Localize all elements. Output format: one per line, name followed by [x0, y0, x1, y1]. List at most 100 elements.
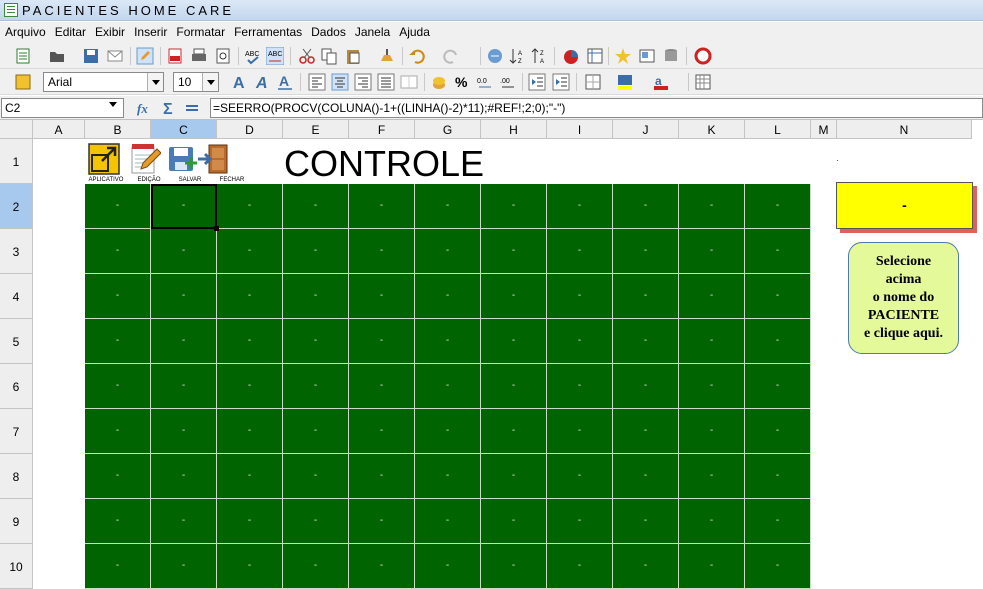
grid-cell-c6[interactable]: -	[151, 364, 217, 409]
grid-cell-g5[interactable]: -	[415, 319, 481, 364]
save-disk-icon[interactable]	[167, 143, 199, 175]
number-format-icon[interactable]: 0.0	[476, 73, 494, 91]
grid-cell-i2[interactable]: -	[547, 184, 613, 229]
column-header-h[interactable]: H	[481, 120, 547, 139]
justify-icon[interactable]	[377, 73, 395, 91]
column-header-l[interactable]: L	[745, 120, 811, 139]
sort-ascending-icon[interactable]: AZ	[508, 47, 526, 65]
grid-cell-e9[interactable]: -	[283, 499, 349, 544]
grid-cell-b2[interactable]: -	[85, 184, 151, 229]
grid-cell-g9[interactable]: -	[415, 499, 481, 544]
grid-cell-c2[interactable]: -	[151, 184, 219, 231]
grid-cell-i5[interactable]: -	[547, 319, 613, 364]
row-header-8[interactable]: 8	[0, 454, 33, 499]
font-size-combo[interactable]: 10	[173, 72, 219, 92]
grid-cell-g4[interactable]: -	[415, 274, 481, 319]
grid-cell-h2[interactable]: -	[481, 184, 547, 229]
redo-icon[interactable]	[442, 47, 460, 65]
grid-cell-d6[interactable]: -	[217, 364, 283, 409]
grid-cell-e6[interactable]: -	[283, 364, 349, 409]
grid-cell-g3[interactable]: -	[415, 229, 481, 274]
grid-cell-k3[interactable]: -	[679, 229, 745, 274]
decrease-indent-icon[interactable]	[528, 73, 546, 91]
grid-cell-b5[interactable]: -	[85, 319, 151, 364]
merge-cells-icon[interactable]	[400, 73, 418, 91]
grid-cell-k6[interactable]: -	[679, 364, 745, 409]
name-box[interactable]: C2	[1, 98, 124, 118]
grid-cell-d9[interactable]: -	[217, 499, 283, 544]
menu-janela[interactable]: Janela	[350, 22, 394, 39]
select-patient-button[interactable]: Selecione acima o nome do PACIENTE e cli…	[848, 242, 959, 354]
copy-icon[interactable]	[320, 47, 338, 65]
formula-input[interactable]: =SEERRO(PROCV(COLUNA()-1+((LINHA()-2)*11…	[210, 98, 983, 118]
grid-cell-c7[interactable]: -	[151, 409, 217, 454]
export-pdf-icon[interactable]	[166, 47, 184, 65]
grid-cell-d8[interactable]: -	[217, 454, 283, 499]
menu-arquivo[interactable]: Arquivo	[0, 22, 50, 39]
chevron-down-icon[interactable]	[202, 73, 218, 91]
patient-selector-box[interactable]: -	[836, 182, 973, 229]
navigator-icon[interactable]	[614, 47, 632, 65]
percent-icon[interactable]: %	[453, 73, 471, 91]
grid-cell-e8[interactable]: -	[283, 454, 349, 499]
column-header-g[interactable]: G	[415, 120, 481, 139]
align-left-icon[interactable]	[308, 73, 326, 91]
chart-icon[interactable]	[562, 47, 580, 65]
data-sources-icon[interactable]	[662, 47, 680, 65]
align-right-icon[interactable]	[354, 73, 372, 91]
grid-cell-c10[interactable]: -	[151, 544, 217, 589]
pivot-table-icon[interactable]	[586, 47, 604, 65]
grid-cell-h4[interactable]: -	[481, 274, 547, 319]
menu-inserir[interactable]: Inserir	[129, 22, 171, 39]
grid-cell-l8[interactable]: -	[745, 454, 811, 499]
grid-cell-d4[interactable]: -	[217, 274, 283, 319]
column-header-d[interactable]: D	[217, 120, 283, 139]
grid-cell-i9[interactable]: -	[547, 499, 613, 544]
grid-cell-k10[interactable]: -	[679, 544, 745, 589]
toggle-grid-icon[interactable]	[694, 73, 712, 91]
autospellcheck-icon[interactable]: ABC	[266, 47, 284, 65]
open-folder-icon[interactable]	[48, 47, 66, 65]
print-icon[interactable]	[190, 47, 208, 65]
email-icon[interactable]	[106, 47, 124, 65]
grid-cell-j6[interactable]: -	[613, 364, 679, 409]
row-header-7[interactable]: 7	[0, 409, 33, 454]
column-header-b[interactable]: B	[85, 120, 151, 139]
font-color-icon[interactable]: a	[652, 73, 670, 91]
grid-cell-i7[interactable]: -	[547, 409, 613, 454]
row-header-10[interactable]: 10	[0, 544, 33, 589]
grid-cell-g10[interactable]: -	[415, 544, 481, 589]
align-center-icon[interactable]	[331, 73, 349, 91]
grid-cell-k9[interactable]: -	[679, 499, 745, 544]
fullscreen-icon[interactable]	[88, 143, 120, 175]
grid-cell-l10[interactable]: -	[745, 544, 811, 589]
grid-cell-j8[interactable]: -	[613, 454, 679, 499]
function-wizard-icon[interactable]: fx	[136, 99, 154, 117]
save-icon[interactable]	[82, 47, 100, 65]
row-header-1[interactable]: 1	[0, 139, 33, 184]
grid-cell-e2[interactable]: -	[283, 184, 349, 229]
grid-cell-d2[interactable]: -	[217, 184, 283, 229]
grid-cell-d7[interactable]: -	[217, 409, 283, 454]
row-header-6[interactable]: 6	[0, 364, 33, 409]
sort-descending-icon[interactable]: ZA	[530, 47, 548, 65]
undo-icon[interactable]	[408, 47, 426, 65]
bold-icon[interactable]: A	[230, 73, 248, 91]
edit-mode-icon[interactable]	[136, 47, 154, 65]
grid-cell-f9[interactable]: -	[349, 499, 415, 544]
grid-cell-h6[interactable]: -	[481, 364, 547, 409]
underline-icon[interactable]: A	[276, 73, 294, 91]
grid-cell-i10[interactable]: -	[547, 544, 613, 589]
grid-cell-k5[interactable]: -	[679, 319, 745, 364]
row-header-4[interactable]: 4	[0, 274, 33, 319]
grid-cell-e5[interactable]: -	[283, 319, 349, 364]
grid-cell-j3[interactable]: -	[613, 229, 679, 274]
grid-cell-b6[interactable]: -	[85, 364, 151, 409]
column-header-e[interactable]: E	[283, 120, 349, 139]
background-color-icon[interactable]	[616, 73, 634, 91]
grid-cell-i8[interactable]: -	[547, 454, 613, 499]
grid-cell-h9[interactable]: -	[481, 499, 547, 544]
grid-cell-f3[interactable]: -	[349, 229, 415, 274]
grid-cell-l5[interactable]: -	[745, 319, 811, 364]
sum-icon[interactable]: Σ	[160, 99, 178, 117]
